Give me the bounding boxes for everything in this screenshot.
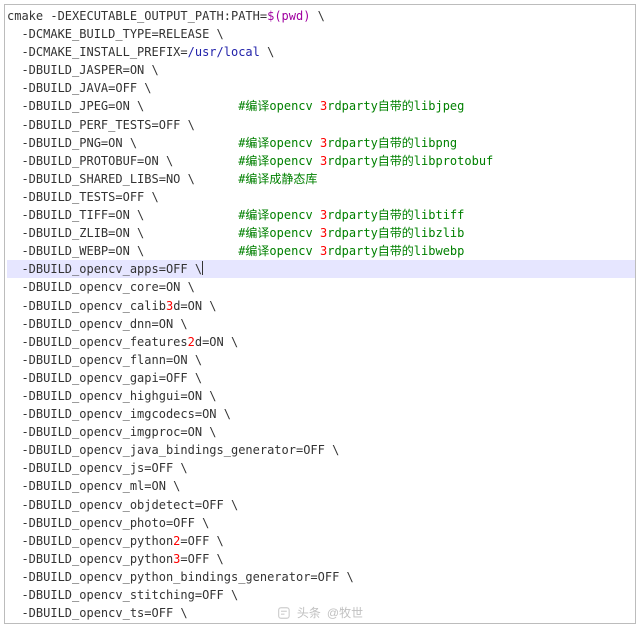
code-line-9[interactable]: -DBUILD_SHARED_LIBS=NO \ #编译成静态库 [7,170,635,188]
code-comment: #编译opencv 3rdparty自带的libwebp [238,244,464,258]
code-line-8[interactable]: -DBUILD_PROTOBUF=ON \ #编译opencv 3rdparty… [7,152,635,170]
code-line-28[interactable]: -DBUILD_opencv_photo=OFF \ [7,514,635,532]
code-line-13[interactable]: -DBUILD_WEBP=ON \ #编译opencv 3rdparty自带的l… [7,242,635,260]
code-line-5[interactable]: -DBUILD_JPEG=ON \ #编译opencv 3rdparty自带的l… [7,97,635,115]
code-comment: #编译opencv 3rdparty自带的libtiff [238,208,464,222]
code-line-1[interactable]: -DCMAKE_BUILD_TYPE=RELEASE \ [7,25,635,43]
code-line-18[interactable]: -DBUILD_opencv_features2d=ON \ [7,333,635,351]
code-comment: #编译opencv 3rdparty自带的libzlib [238,226,464,240]
code-line-0[interactable]: cmake -DEXECUTABLE_OUTPUT_PATH:PATH=$(pw… [7,7,635,25]
code-line-11[interactable]: -DBUILD_TIFF=ON \ #编译opencv 3rdparty自带的l… [7,206,635,224]
code-line-31[interactable]: -DBUILD_opencv_python_bindings_generator… [7,568,635,586]
code-comment: #编译opencv 3rdparty自带的libprotobuf [238,154,493,168]
code-line-22[interactable]: -DBUILD_opencv_imgcodecs=ON \ [7,405,635,423]
code-line-19[interactable]: -DBUILD_opencv_flann=ON \ [7,351,635,369]
code-line-7[interactable]: -DBUILD_PNG=ON \ #编译opencv 3rdparty自带的li… [7,134,635,152]
code-line-14[interactable]: -DBUILD_opencv_apps=OFF \ [7,260,635,278]
code-comment: #编译opencv 3rdparty自带的libjpeg [238,99,464,113]
code-line-30[interactable]: -DBUILD_opencv_python3=OFF \ [7,550,635,568]
code-line-25[interactable]: -DBUILD_opencv_js=OFF \ [7,459,635,477]
code-line-16[interactable]: -DBUILD_opencv_calib3d=ON \ [7,297,635,315]
code-line-2[interactable]: -DCMAKE_INSTALL_PREFIX=/usr/local \ [7,43,635,61]
code-line-12[interactable]: -DBUILD_ZLIB=ON \ #编译opencv 3rdparty自带的l… [7,224,635,242]
code-comment: #编译成静态库 [238,172,317,186]
code-line-32[interactable]: -DBUILD_opencv_stitching=OFF \ [7,586,635,604]
code-line-29[interactable]: -DBUILD_opencv_python2=OFF \ [7,532,635,550]
code-line-23[interactable]: -DBUILD_opencv_imgproc=ON \ [7,423,635,441]
code-line-4[interactable]: -DBUILD_JAVA=OFF \ [7,79,635,97]
code-line-6[interactable]: -DBUILD_PERF_TESTS=OFF \ [7,116,635,134]
code-line-26[interactable]: -DBUILD_opencv_ml=ON \ [7,477,635,495]
code-line-34[interactable]: -DBUILD_opencv_video=OFF \ [7,622,635,624]
code-comment: #编译opencv 3rdparty自带的libpng [238,136,457,150]
code-line-20[interactable]: -DBUILD_opencv_gapi=OFF \ [7,369,635,387]
code-line-21[interactable]: -DBUILD_opencv_highgui=ON \ [7,387,635,405]
text-cursor [202,261,203,275]
code-editor[interactable]: cmake -DEXECUTABLE_OUTPUT_PATH:PATH=$(pw… [4,4,636,624]
code-line-33[interactable]: -DBUILD_opencv_ts=OFF \ [7,604,635,622]
code-line-24[interactable]: -DBUILD_opencv_java_bindings_generator=O… [7,441,635,459]
code-line-10[interactable]: -DBUILD_TESTS=OFF \ [7,188,635,206]
code-line-3[interactable]: -DBUILD_JASPER=ON \ [7,61,635,79]
code-line-15[interactable]: -DBUILD_opencv_core=ON \ [7,278,635,296]
code-line-17[interactable]: -DBUILD_opencv_dnn=ON \ [7,315,635,333]
code-line-27[interactable]: -DBUILD_opencv_objdetect=OFF \ [7,496,635,514]
